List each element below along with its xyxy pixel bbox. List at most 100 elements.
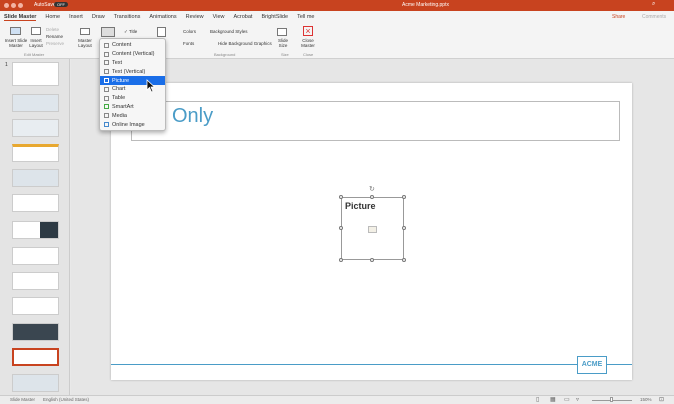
selected-layout-thumbnail[interactable]	[12, 348, 59, 366]
menu-item-content-vertical[interactable]: Content (Vertical)	[100, 50, 165, 59]
tab-home[interactable]: Home	[45, 14, 60, 20]
master-layout-icon[interactable]	[80, 28, 90, 35]
layout-thumbnail[interactable]	[12, 221, 59, 239]
menu-label: Text	[112, 59, 123, 66]
rotate-handle-icon[interactable]: ↻	[369, 185, 375, 193]
picture-placeholder[interactable]: Picture	[341, 197, 404, 260]
smartart-icon	[104, 104, 109, 110]
hide-background-graphics-checkbox[interactable]: Hide Background Graphics	[218, 41, 272, 46]
insert-placeholder-button[interactable]	[101, 27, 115, 37]
layout-thumbnail[interactable]	[12, 144, 59, 162]
close-master-icon[interactable]: ×	[303, 26, 313, 36]
menu-label: Content	[112, 42, 132, 49]
chart-icon	[104, 86, 109, 92]
resize-handle[interactable]	[370, 195, 374, 199]
resize-handle[interactable]	[402, 226, 406, 230]
text-vertical-icon	[104, 69, 109, 75]
resize-handle[interactable]	[339, 226, 343, 230]
close-master-button[interactable]: Close Master	[300, 38, 316, 48]
reading-view-icon[interactable]: ▭	[564, 396, 570, 403]
layout-thumbnail[interactable]	[12, 247, 59, 265]
delete-button[interactable]: Delete	[46, 27, 59, 32]
colors-button[interactable]: Colors	[183, 29, 196, 34]
slide-size-icon[interactable]	[277, 28, 287, 36]
layout-thumbnail[interactable]	[12, 194, 59, 212]
themes-button[interactable]	[157, 27, 166, 37]
layout-thumbnail[interactable]	[12, 94, 59, 112]
menu-item-smartart[interactable]: SmartArt	[100, 103, 165, 112]
comments-button[interactable]: Comments	[642, 14, 666, 20]
title-checkbox[interactable]: ✓ Title	[124, 29, 137, 35]
tab-tell-me[interactable]: Tell me	[297, 14, 314, 20]
search-icon[interactable]: ⌕	[652, 1, 655, 8]
menu-label: SmartArt	[112, 103, 134, 110]
picture-placeholder-label: Picture	[345, 201, 376, 211]
maximize-window-button[interactable]	[18, 3, 23, 8]
menu-label: Online Image	[112, 121, 145, 128]
tab-animations[interactable]: Animations	[149, 14, 176, 20]
slide-sorter-icon[interactable]: ▦	[550, 396, 556, 403]
layout-thumbnail[interactable]	[12, 297, 59, 315]
zoom-level[interactable]: 150%	[640, 397, 652, 402]
zoom-slider-thumb[interactable]	[610, 397, 613, 402]
slide[interactable]: Only Picture ↻ ACME	[111, 83, 632, 380]
text-icon	[104, 60, 109, 66]
menu-item-content[interactable]: Content	[100, 41, 165, 50]
fit-to-window-icon[interactable]: ⊡	[659, 396, 664, 403]
layout-thumbnail[interactable]	[12, 323, 59, 341]
slide-number: 1	[5, 62, 8, 68]
close-window-button[interactable]	[4, 3, 9, 8]
rename-button[interactable]: Rename	[46, 34, 63, 39]
language-status[interactable]: English (United States)	[43, 397, 89, 402]
status-bar: Slide Master English (United States) ▯ ▦…	[0, 395, 674, 404]
minimize-window-button[interactable]	[11, 3, 16, 8]
title-bar: AutoSave OFF Acme Marketing.pptx ⌕	[0, 0, 674, 11]
menu-label: Media	[112, 112, 127, 119]
menu-item-online-image[interactable]: Online Image	[100, 120, 165, 129]
media-icon	[104, 113, 109, 119]
tab-slide-master[interactable]: Slide Master	[4, 14, 37, 21]
picture-icon[interactable]	[368, 226, 377, 233]
fonts-button[interactable]: Fonts	[183, 41, 194, 46]
tab-insert[interactable]: Insert	[69, 14, 83, 20]
layout-thumbnail[interactable]	[12, 119, 59, 137]
layout-thumbnail[interactable]	[12, 272, 59, 290]
footer-line	[111, 364, 632, 365]
autosave-label: AutoSave	[34, 2, 56, 8]
slideshow-icon[interactable]: ▿	[576, 396, 579, 403]
resize-handle[interactable]	[339, 195, 343, 199]
layout-thumbnail[interactable]	[12, 374, 59, 392]
view-status: Slide Master	[10, 397, 36, 402]
share-button[interactable]: Share	[612, 14, 625, 20]
layout-thumbnail[interactable]	[12, 169, 59, 187]
resize-handle[interactable]	[402, 195, 406, 199]
preserve-checkbox[interactable]: Preserve	[46, 41, 64, 46]
autosave-toggle[interactable]: OFF	[54, 2, 68, 7]
tab-brightslide[interactable]: BrightSlide	[261, 14, 288, 20]
resize-handle[interactable]	[370, 258, 374, 262]
master-layout-button[interactable]: Master Layout	[76, 38, 94, 48]
background-styles-button[interactable]: Background Styles	[210, 29, 248, 34]
slide-size-button[interactable]: Slide Size	[276, 38, 290, 48]
slide-thumbnail-pane[interactable]: 1	[0, 59, 70, 395]
menu-item-media[interactable]: Media	[100, 111, 165, 120]
insert-slide-master-button[interactable]: Insert Slide Master	[3, 38, 29, 48]
resize-handle[interactable]	[339, 258, 343, 262]
tab-draw[interactable]: Draw	[92, 14, 105, 20]
insert-layout-icon[interactable]	[31, 27, 41, 35]
tab-acrobat[interactable]: Acrobat	[233, 14, 252, 20]
resize-handle[interactable]	[402, 258, 406, 262]
tab-view[interactable]: View	[213, 14, 225, 20]
file-name: Acme Marketing.pptx	[402, 2, 449, 8]
tab-transitions[interactable]: Transitions	[114, 14, 141, 20]
close-group: Close	[303, 52, 314, 57]
normal-view-icon[interactable]: ▯	[536, 396, 539, 403]
tab-review[interactable]: Review	[186, 14, 204, 20]
master-thumbnail[interactable]	[12, 62, 59, 86]
insert-layout-button[interactable]: Insert Layout	[28, 38, 44, 48]
menu-item-text[interactable]: Text	[100, 59, 165, 68]
menu-item-text-vertical[interactable]: Text (Vertical)	[100, 67, 165, 76]
menu-item-table[interactable]: Table	[100, 94, 165, 103]
insert-slide-master-icon[interactable]	[10, 27, 21, 35]
title-placeholder[interactable]: Only	[131, 101, 620, 141]
